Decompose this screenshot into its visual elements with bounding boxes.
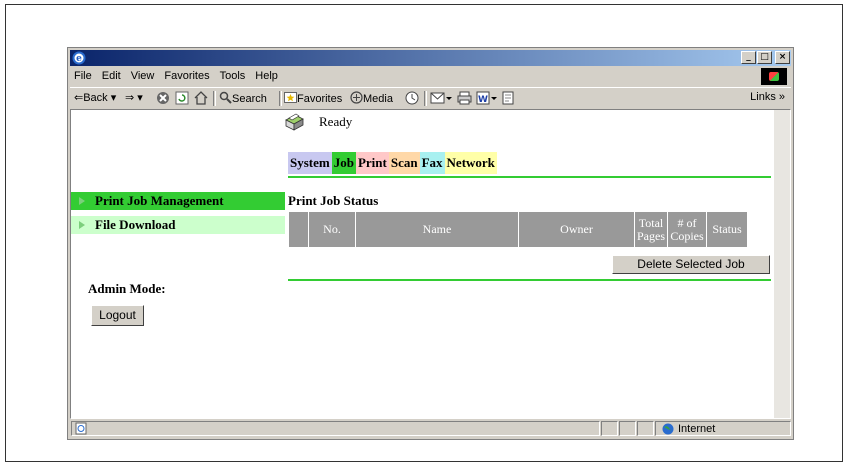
links-toolbar[interactable]: Links » [750,91,785,103]
status-cell [601,421,618,436]
mail-icon[interactable] [430,91,452,108]
status-bar: Internet [70,420,791,438]
sidebar-item-file-download[interactable]: File Download [71,216,285,234]
search-button[interactable]: Search [219,91,267,105]
zone-cell: Internet [655,421,791,436]
print-job-table: No. Name Owner Total Pages # of Copies S… [288,211,748,248]
printer-icon [285,113,304,131]
admin-mode-label: Admin Mode: [88,281,166,296]
tab-scan[interactable]: Scan [388,152,420,174]
tab-fax[interactable]: Fax [419,152,445,174]
column-header-status: Status [707,212,747,247]
printer-status: Ready [319,114,353,129]
browser-window: e _ □ × File Edit View Favorites Tools Help ⇐… [67,47,794,440]
home-icon[interactable] [194,91,208,108]
menu-tools[interactable]: Tools [215,67,251,82]
column-header-no: No. [309,212,355,247]
minimize-icon[interactable]: _ [741,51,756,64]
delete-selected-job-button[interactable]: Delete Selected Job [612,255,770,274]
logout-button[interactable]: Logout [91,305,144,326]
refresh-icon[interactable] [175,91,189,108]
menu-favorites[interactable]: Favorites [159,67,214,82]
back-button[interactable]: ⇐Back ▾ [74,91,116,104]
arrow-icon [79,221,85,229]
search-label: Search [232,93,267,105]
table-header-row: No. Name Owner Total Pages # of Copies S… [289,212,747,247]
status-cell [619,421,636,436]
page-content: Ready System Job Print Scan Fax Network … [70,109,791,419]
close-icon[interactable]: × [775,51,790,64]
windows-logo-icon [761,68,787,85]
favorites-button[interactable]: Favorites [284,91,342,105]
tab-network[interactable]: Network [444,152,497,174]
menu-view[interactable]: View [126,67,160,82]
tab-system[interactable]: System [288,152,332,174]
svg-text:W: W [478,95,488,105]
search-icon [219,91,232,104]
security-zone-label: Internet [678,423,716,435]
column-header-total-pages: Total Pages [635,212,667,247]
media-icon [350,91,363,104]
menu-help[interactable]: Help [250,67,283,82]
column-header-copies: # of Copies [668,212,706,247]
standard-toolbar: ⇐Back ▾ ⇒ ▾ Search Favorites Media W Lin… [70,87,791,109]
vertical-scrollbar[interactable] [774,110,790,418]
section-title: Print Job Status [288,193,379,208]
favorites-label: Favorites [297,93,343,105]
menu-file[interactable]: File [70,67,97,82]
menu-bar: File Edit View Favorites Tools Help [70,67,791,86]
tab-bar: System Job Print Scan Fax Network [288,152,497,174]
media-label: Media [363,93,393,105]
sidebar-item-label: Print Job Management [95,193,224,208]
select-column-header [289,212,308,247]
tab-print[interactable]: Print [355,152,389,174]
print-icon[interactable] [457,91,472,108]
edit-word-icon[interactable]: W [476,91,498,108]
column-header-owner: Owner [519,212,634,247]
bottom-divider [288,279,771,281]
document-frame: e _ □ × File Edit View Favorites Tools Help ⇐… [5,4,843,462]
stop-icon[interactable] [156,91,170,108]
status-text-cell [71,421,600,436]
tab-underline [288,176,771,178]
forward-button[interactable]: ⇒ ▾ [125,91,143,104]
title-bar[interactable]: e _ □ × [70,50,791,66]
globe-icon [662,423,674,435]
menu-edit[interactable]: Edit [97,67,126,82]
sidebar-item-label: File Download [95,217,176,232]
ie-logo-icon: e [72,51,86,65]
arrow-icon [79,197,85,205]
page-icon [75,422,87,435]
svg-text:e: e [76,54,82,64]
media-button[interactable]: Media [350,91,393,105]
sidebar-item-print-job-management[interactable]: Print Job Management [71,192,285,210]
favorites-icon [284,92,297,103]
history-icon[interactable] [405,91,419,108]
discuss-icon[interactable] [502,91,514,108]
tab-job[interactable]: Job [331,152,356,174]
maximize-icon[interactable]: □ [757,51,772,64]
column-header-name: Name [356,212,518,247]
status-cell [637,421,654,436]
